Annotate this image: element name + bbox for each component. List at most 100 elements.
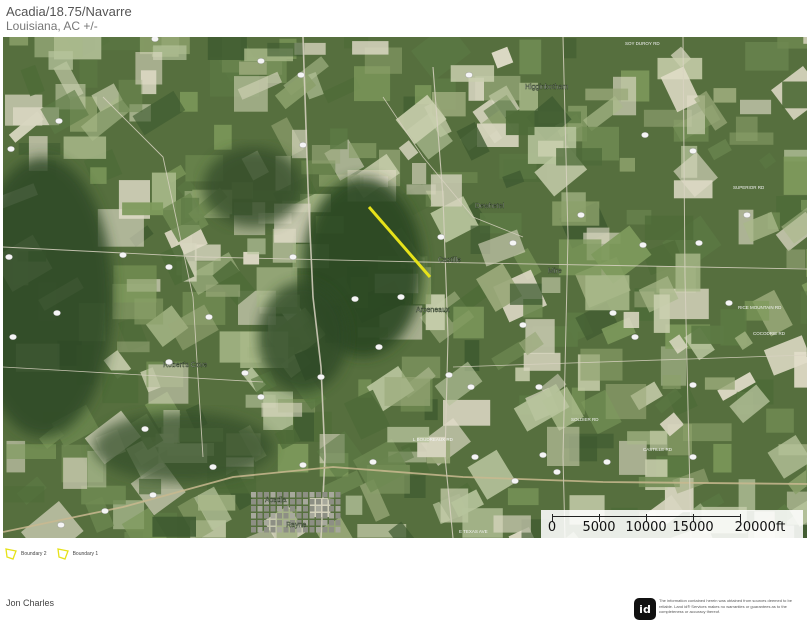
- town-block: [277, 527, 282, 533]
- field-patch: [619, 440, 647, 475]
- field-patch: [556, 148, 602, 166]
- field-patch: [330, 128, 348, 150]
- town-block: [290, 499, 295, 505]
- route-shield-icon: [725, 300, 733, 306]
- town-block: [290, 506, 295, 512]
- field-patch: [234, 76, 268, 112]
- town-block: [316, 506, 321, 512]
- route-shield-icon: [149, 492, 157, 498]
- route-shield-icon: [165, 264, 173, 270]
- field-patch: [713, 88, 737, 103]
- town-block: [296, 506, 302, 512]
- route-shield-icon: [257, 394, 265, 400]
- field-patch: [783, 156, 807, 195]
- field-patch: [786, 249, 806, 268]
- field-patch: [675, 253, 701, 292]
- field-patch: [345, 495, 363, 515]
- field-patch: [713, 443, 732, 473]
- route-shield-icon: [689, 382, 697, 388]
- field-patch: [102, 370, 139, 404]
- route-shield-icon: [57, 522, 65, 528]
- boundary-swatch-icon: [5, 548, 17, 560]
- route-shield-icon: [639, 242, 647, 248]
- legend-label: Boundary 1: [72, 551, 99, 557]
- town-block: [309, 527, 315, 533]
- town-block: [303, 506, 308, 512]
- route-shield-icon: [465, 72, 473, 78]
- town-block: [251, 492, 256, 498]
- route-shield-icon: [519, 322, 527, 328]
- field-patch: [152, 516, 196, 537]
- route-shield-icon: [539, 452, 547, 458]
- satellite-map[interactable]: Higginbotham Dewhetel Castille Mire Arceneau…: [3, 37, 807, 538]
- route-shield-icon: [603, 459, 611, 465]
- field-patch: [505, 110, 535, 136]
- town-block: [335, 520, 341, 526]
- town-block: [309, 492, 315, 498]
- scale-bar: 0 5000 10000 15000 20000ft: [541, 510, 803, 538]
- route-shield-icon: [609, 310, 617, 316]
- field-patch: [782, 81, 807, 109]
- town-block: [257, 520, 263, 526]
- field-patch: [205, 284, 241, 297]
- field-patch: [623, 311, 640, 328]
- town-block: [251, 527, 256, 533]
- town-block: [270, 520, 276, 526]
- route-shield-icon: [209, 464, 217, 470]
- field-patch: [541, 277, 561, 293]
- place-label: Castille: [438, 257, 461, 264]
- scale-label: 5000: [582, 520, 616, 535]
- field-patch: [48, 51, 73, 70]
- field-patch: [384, 377, 431, 406]
- town-block: [316, 499, 321, 505]
- route-shield-icon: [375, 344, 383, 350]
- field-patch: [124, 531, 143, 538]
- town-block: [257, 506, 263, 512]
- route-shield-icon: [205, 314, 213, 320]
- place-label: Dewhetel: [475, 203, 505, 210]
- place-label: Rayne: [286, 522, 306, 529]
- town-block: [264, 520, 269, 526]
- field-patch: [704, 377, 735, 390]
- route-shield-icon: [631, 334, 639, 340]
- place-label: Arceneaux: [416, 307, 450, 314]
- field-patch: [247, 238, 266, 255]
- town-block: [257, 513, 263, 519]
- town-block: [296, 492, 302, 498]
- town-block: [329, 513, 334, 519]
- field-patch: [585, 88, 629, 101]
- town-block: [270, 527, 276, 533]
- field-patch: [653, 294, 670, 333]
- field-patch: [90, 167, 107, 184]
- route-shield-icon: [509, 240, 517, 246]
- field-patch: [117, 341, 150, 353]
- field-patch: [735, 116, 758, 142]
- route-shield-icon: [7, 146, 15, 152]
- town-block: [283, 506, 289, 512]
- field-patch: [122, 202, 164, 216]
- field-patch: [198, 494, 236, 511]
- route-shield-icon: [437, 234, 445, 240]
- route-shield-icon: [55, 118, 63, 124]
- scale-label: 15000: [672, 520, 714, 535]
- route-shield-icon: [467, 384, 475, 390]
- field-patch: [552, 201, 600, 226]
- field-patch: [806, 249, 807, 277]
- town-block: [335, 513, 341, 519]
- town-block: [251, 520, 256, 526]
- route-shield-icon: [297, 72, 305, 78]
- town-block: [270, 513, 276, 519]
- town-block: [329, 499, 334, 505]
- route-shield-icon: [535, 384, 543, 390]
- route-shield-icon: [743, 212, 751, 218]
- author-name: Jon Charles: [6, 598, 55, 608]
- town-block: [335, 492, 341, 498]
- field-patch: [401, 356, 441, 379]
- boundary-swatch-icon: [56, 548, 69, 560]
- field-patch: [580, 348, 623, 381]
- town-block: [303, 492, 308, 498]
- map-title: Acadia/18.75/Navarre: [6, 4, 132, 19]
- town-block: [322, 492, 328, 498]
- route-shield-icon: [689, 148, 697, 154]
- field-patch: [619, 157, 635, 172]
